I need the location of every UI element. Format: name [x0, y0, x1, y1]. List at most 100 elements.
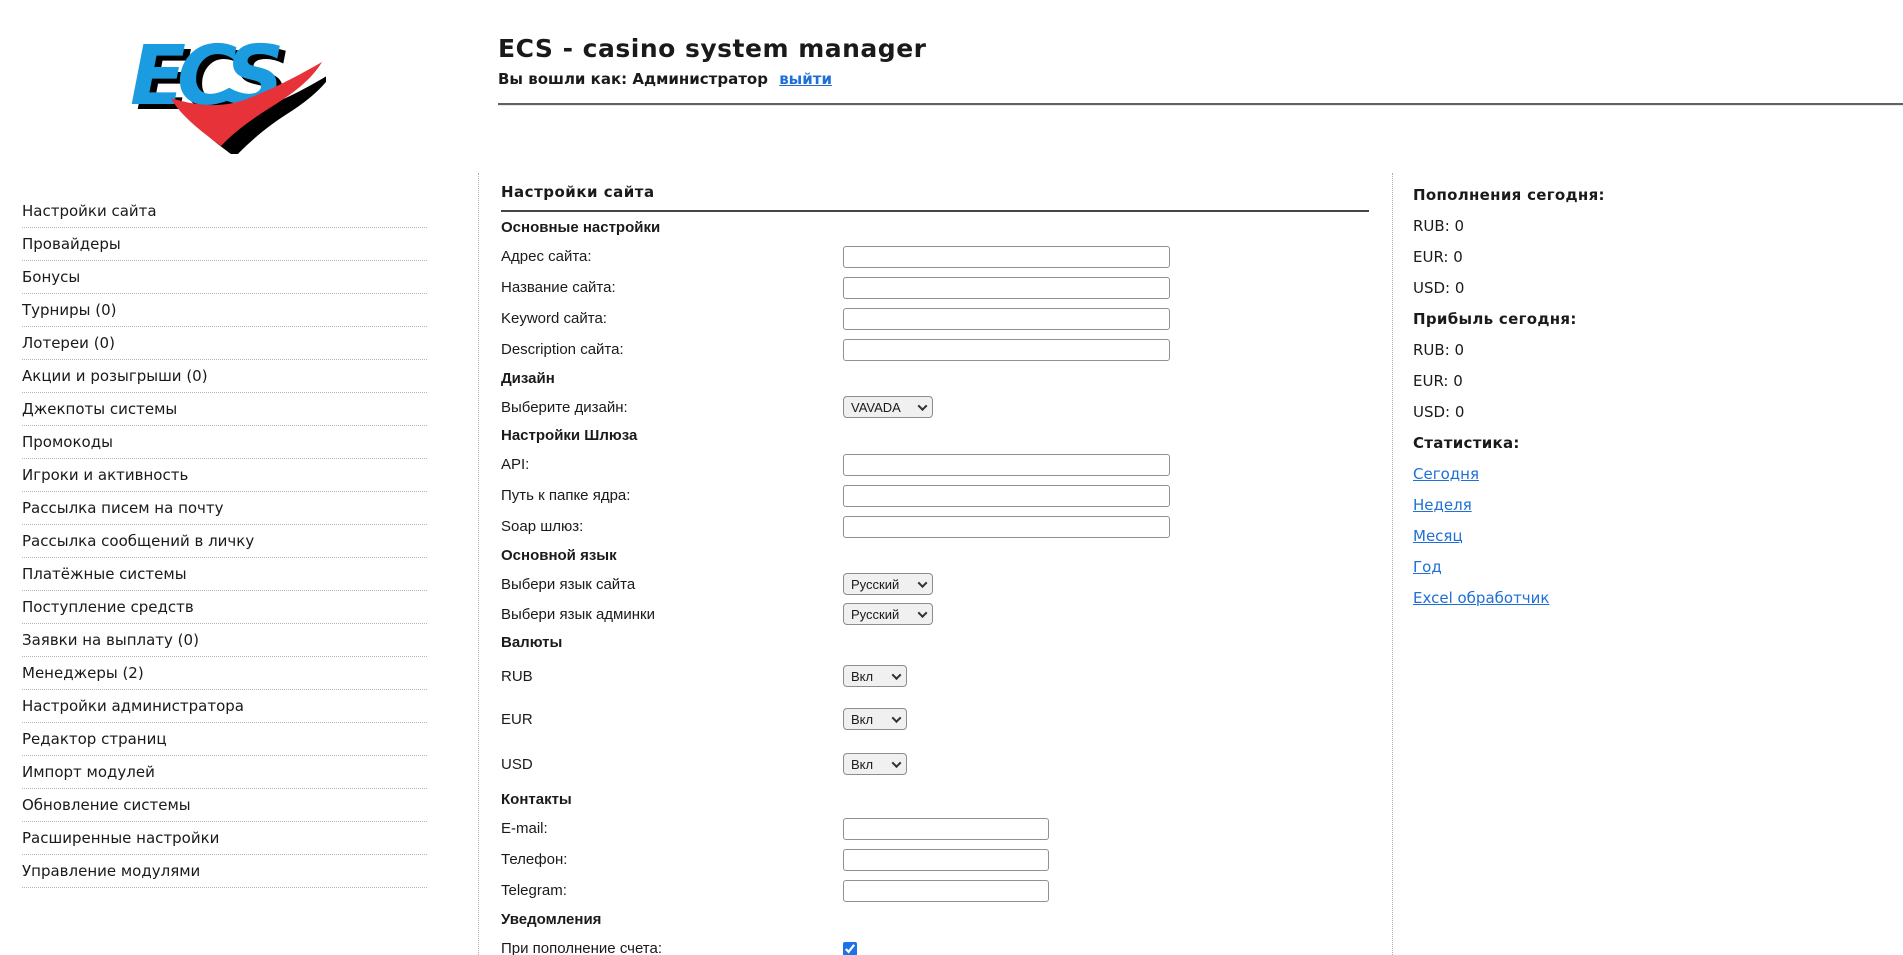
sidebar-item-admin-settings[interactable]: Настройки администратора	[22, 690, 427, 723]
field-label: Description сайта:	[501, 341, 624, 358]
form-row: Keyword сайта:	[501, 303, 1392, 334]
form-row: Телефон:	[501, 844, 1392, 875]
site-name-input[interactable]	[843, 276, 1170, 299]
design-select[interactable]: VAVADA	[843, 396, 933, 418]
section-title: Настройки сайта	[501, 183, 655, 201]
sidebar-item-page-editor[interactable]: Редактор страниц	[22, 723, 427, 756]
sidebar-item-providers[interactable]: Провайдеры	[22, 228, 427, 261]
stats-link-today[interactable]: Сегодня	[1413, 465, 1479, 483]
profit-rub-value: RUB: 0	[1413, 340, 1465, 359]
phone-input[interactable]	[843, 848, 1049, 871]
telegram-input[interactable]	[843, 879, 1049, 902]
section-heading-gateway: Настройки Шлюза	[501, 427, 638, 444]
site-settings-form: Основные настройки Адрес сайта: Название…	[501, 214, 1392, 955]
sidebar-item-site-settings[interactable]: Настройки сайта	[22, 195, 427, 228]
api-input[interactable]	[843, 453, 1170, 476]
sidebar-item-email-mailing[interactable]: Рассылка писем на почту	[22, 492, 427, 525]
deposits-usd-value: USD: 0	[1413, 278, 1465, 297]
rub-toggle-value: Вкл	[851, 668, 874, 684]
form-row: Description сайта:	[501, 334, 1392, 365]
field-label: E-mail:	[501, 820, 548, 837]
field-label: Адрес сайта:	[501, 248, 592, 265]
section-heading-notifications: Уведомления	[501, 911, 602, 928]
sidebar-item-managers[interactable]: Менеджеры (2)	[22, 657, 427, 690]
admin-language-value: Русский	[851, 606, 900, 622]
section-heading-general: Основные настройки	[501, 219, 661, 236]
design-select-value: VAVADA	[851, 399, 901, 415]
field-label: API:	[501, 456, 530, 473]
sidebar-item-modules[interactable]: Управление модулями	[22, 855, 427, 888]
form-row: Telegram:	[501, 875, 1392, 906]
deposit-notification-checkbox[interactable]	[843, 941, 857, 955]
deposits-eur-value: EUR: 0	[1413, 247, 1463, 266]
field-label: Keyword сайта:	[501, 310, 607, 327]
stats-link-excel[interactable]: Excel обработчик	[1413, 589, 1549, 607]
section-heading-design: Дизайн	[501, 370, 555, 387]
sidebar-item-bonuses[interactable]: Бонусы	[22, 261, 427, 294]
site-description-input[interactable]	[843, 338, 1170, 361]
form-row: Выберите дизайн: VAVADA	[501, 392, 1392, 422]
sidebar-item-jackpots[interactable]: Джекпоты системы	[22, 393, 427, 426]
field-label: EUR	[501, 710, 533, 728]
field-label: Выберите дизайн:	[501, 398, 628, 416]
login-status: Вы вошли как: Администратор выйти	[498, 70, 926, 88]
sidebar-item-pm-mailing[interactable]: Рассылка сообщений в личку	[22, 525, 427, 558]
sidebar-item-payout-requests[interactable]: Заявки на выплату (0)	[22, 624, 427, 657]
field-label: Выбери язык сайта	[501, 575, 636, 593]
sidebar-item-tournaments[interactable]: Турниры (0)	[22, 294, 427, 327]
email-input[interactable]	[843, 817, 1049, 840]
form-row: RUB Вкл	[501, 656, 1392, 696]
field-label: Telegram:	[501, 882, 567, 899]
site-address-input[interactable]	[843, 245, 1170, 268]
field-label: Soap шлюз:	[501, 518, 584, 535]
admin-language-select[interactable]: Русский	[843, 603, 933, 625]
form-row: EUR Вкл	[501, 696, 1392, 742]
field-label: Название сайта:	[501, 279, 616, 296]
stats-link-week[interactable]: Неделя	[1413, 496, 1472, 514]
statistics-heading: Статистика:	[1413, 433, 1520, 452]
logout-link[interactable]: выйти	[779, 70, 832, 88]
sidebar-item-lotteries[interactable]: Лотереи (0)	[22, 327, 427, 360]
stats-link-year[interactable]: Год	[1413, 558, 1442, 576]
sidebar-item-promotions[interactable]: Акции и розыгрыши (0)	[22, 360, 427, 393]
login-status-prefix: Вы вошли как:	[498, 70, 628, 88]
stats-link-month[interactable]: Месяц	[1413, 527, 1463, 545]
field-label: RUB	[501, 667, 533, 685]
field-label: Путь к папке ядра:	[501, 487, 631, 504]
usd-toggle-select[interactable]: Вкл	[843, 753, 907, 775]
page-title: ECS - casino system manager	[498, 34, 927, 63]
usd-toggle-value: Вкл	[851, 756, 874, 772]
chevron-down-icon	[917, 607, 928, 618]
sidebar-item-incoming-funds[interactable]: Поступление средств	[22, 591, 427, 624]
site-language-select[interactable]: Русский	[843, 573, 933, 595]
sidebar-item-payment-systems[interactable]: Платёжные системы	[22, 558, 427, 591]
soap-gateway-input[interactable]	[843, 515, 1170, 538]
core-path-input[interactable]	[843, 484, 1170, 507]
profit-eur-value: EUR: 0	[1413, 371, 1463, 390]
form-row: Выбери язык админки Русский	[501, 599, 1392, 629]
eur-toggle-select[interactable]: Вкл	[843, 708, 907, 730]
profit-today-heading: Прибыль сегодня:	[1413, 309, 1577, 328]
sidebar-item-advanced[interactable]: Расширенные настройки	[22, 822, 427, 855]
form-row: При пополнение счета:	[501, 933, 1392, 955]
form-row: Путь к папке ядра:	[501, 480, 1392, 511]
stats-panel: Пополнения сегодня: RUB: 0 EUR: 0 USD: 0…	[1393, 173, 1903, 955]
rub-toggle-select[interactable]: Вкл	[843, 665, 907, 687]
header-divider	[498, 103, 1903, 106]
eur-toggle-value: Вкл	[851, 711, 874, 727]
form-row: API:	[501, 449, 1392, 480]
field-label: Выбери язык админки	[501, 605, 655, 623]
form-row: Soap шлюз:	[501, 511, 1392, 542]
site-keyword-input[interactable]	[843, 307, 1170, 330]
section-heading-contacts: Контакты	[501, 791, 572, 808]
sidebar-item-players[interactable]: Игроки и активность	[22, 459, 427, 492]
section-heading-currencies: Валюты	[501, 634, 563, 651]
section-title-divider	[501, 210, 1369, 212]
deposits-today-heading: Пополнения сегодня:	[1413, 185, 1605, 204]
sidebar-item-system-update[interactable]: Обновление системы	[22, 789, 427, 822]
form-row: Выбери язык сайта Русский	[501, 569, 1392, 599]
deposits-rub-value: RUB: 0	[1413, 216, 1465, 235]
sidebar-item-module-import[interactable]: Импорт модулей	[22, 756, 427, 789]
chevron-down-icon	[917, 577, 928, 588]
sidebar-item-promocodes[interactable]: Промокоды	[22, 426, 427, 459]
